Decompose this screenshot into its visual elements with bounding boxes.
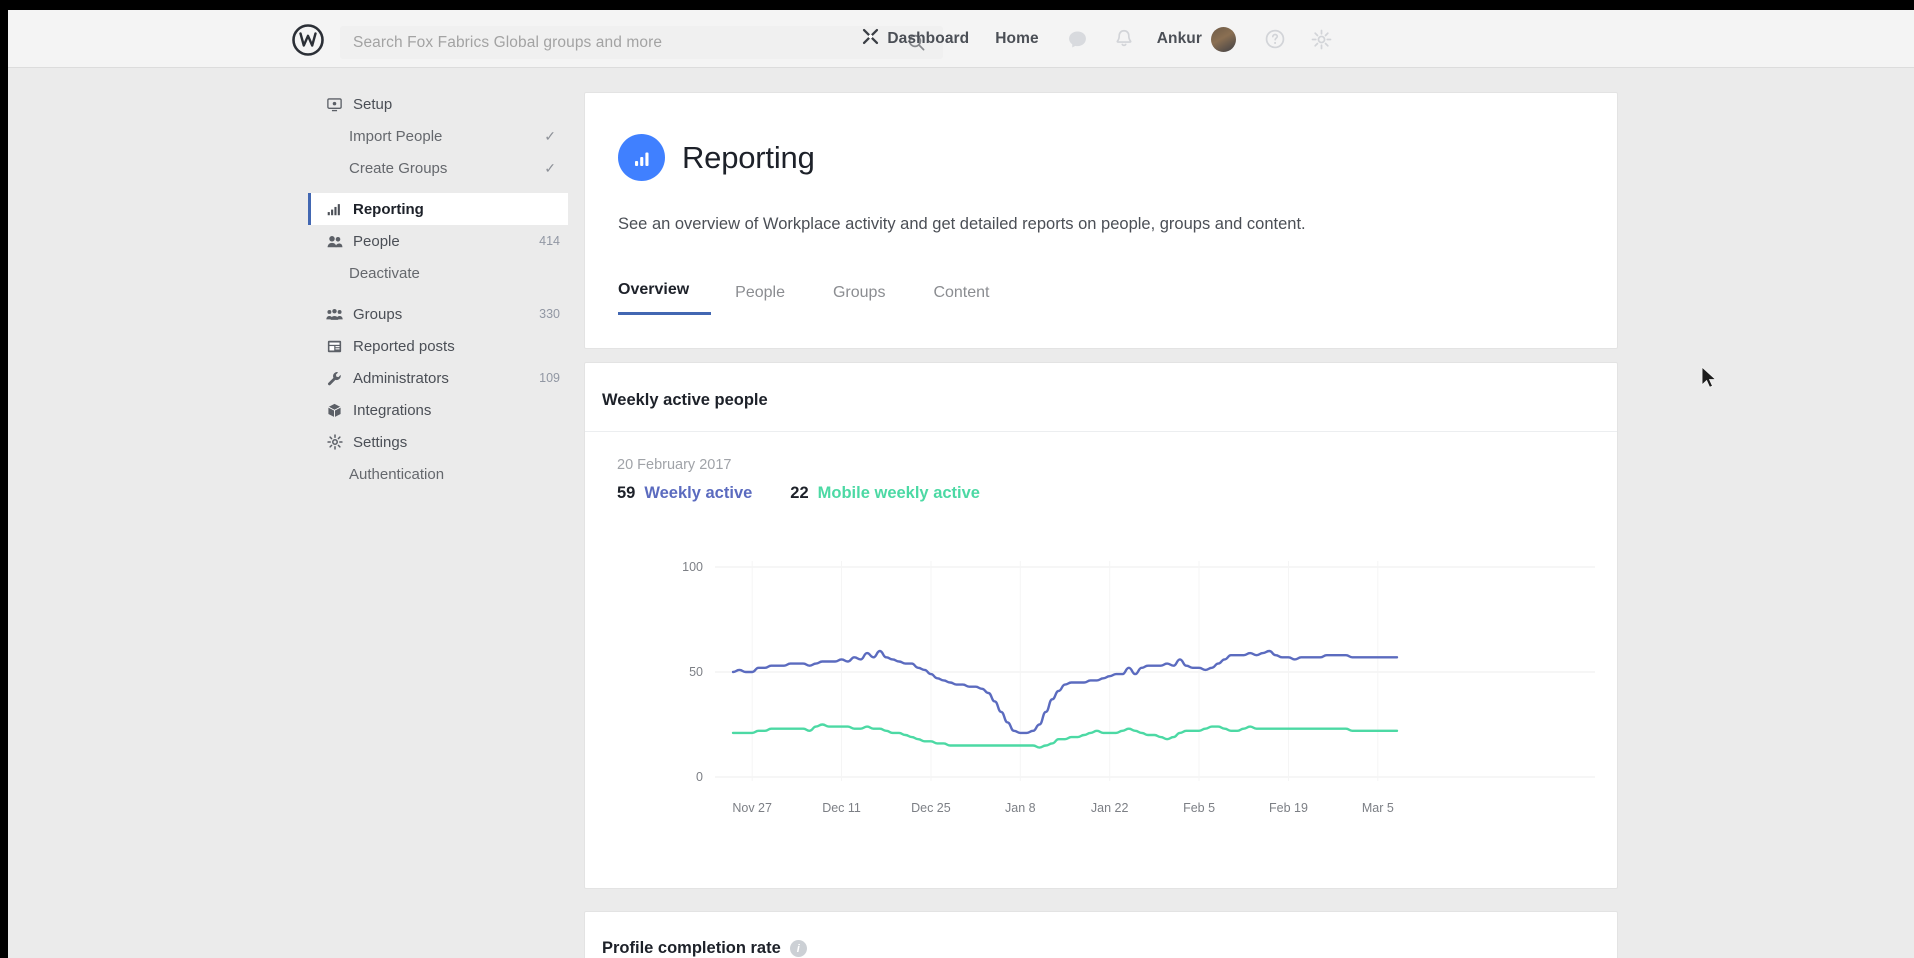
x-axis-tick-label: Dec 25: [911, 801, 951, 815]
sidebar-item-label: Reporting: [353, 200, 424, 218]
help-circle-icon[interactable]: [1262, 26, 1288, 52]
legend-label: Weekly active: [644, 484, 753, 502]
weekly-active-people-card: Weekly active people 20 February 2017 59…: [584, 362, 1618, 889]
avatar: [1211, 26, 1236, 52]
profile-completion-title: Profile completion rate: [602, 939, 781, 957]
sidebar-item-label: Settings: [353, 433, 408, 451]
bell-icon[interactable]: [1111, 26, 1137, 52]
search-placeholder-text: Search Fox Fabrics Global groups and mor…: [353, 34, 663, 51]
reporting-tabs: Overview People Groups Content: [618, 281, 1014, 315]
check-icon: ✓: [544, 127, 556, 144]
sidebar-item-label: Authentication: [349, 465, 445, 483]
sidebar-item-groups[interactable]: Groups 330: [308, 298, 568, 330]
cube-icon: [326, 402, 343, 419]
chart-legend: 59 Weekly active 22 Mobile weekly active: [617, 484, 1018, 503]
sidebar-item-settings[interactable]: Settings: [308, 426, 568, 458]
x-axis-tick-label: Feb 19: [1269, 801, 1308, 815]
section-title: Weekly active people: [602, 391, 768, 409]
legend-value: 22: [790, 484, 809, 502]
y-axis-tick-label: 100: [682, 560, 703, 574]
sidebar-item-integrations[interactable]: Integrations: [308, 394, 568, 426]
sidebar-item-authentication[interactable]: Authentication: [308, 458, 568, 490]
setup-monitor-icon: [326, 96, 343, 113]
wrench-icon: [326, 370, 343, 387]
divider: [585, 431, 1617, 432]
x-axis-tick-label: Jan 22: [1091, 801, 1129, 815]
chart-svg: 0 50 100 Nov 27 Dec 11 Dec 25 Jan 8 Jan 22 Feb 5…: [682, 560, 1595, 815]
sidebar-item-label: Setup: [353, 95, 393, 113]
y-axis-tick-label: 50: [689, 665, 703, 679]
reported-posts-icon: [326, 338, 343, 355]
sidebar-item-label: Groups: [353, 305, 403, 323]
info-icon[interactable]: i: [789, 940, 807, 957]
x-axis-tick-label: Nov 27: [732, 801, 772, 815]
sidebar-item-label: Administrators: [353, 369, 449, 387]
search-input[interactable]: Search Fox Fabrics Global groups and mor…: [340, 26, 943, 59]
nav-home-label: Home: [995, 30, 1039, 47]
app-screen: Search Fox Fabrics Global groups and mor…: [8, 10, 1914, 958]
page-description: See an overview of Workplace activity an…: [618, 215, 1306, 233]
sidebar-item-count: 414: [539, 234, 560, 248]
chat-bubble-icon[interactable]: [1065, 26, 1091, 52]
nav-dashboard-link[interactable]: Dashboard: [861, 27, 969, 51]
legend-label: Mobile weekly active: [817, 484, 980, 502]
sidebar-item-label: Deactivate: [349, 264, 420, 282]
section-title-group: Profile completion rate i: [602, 939, 807, 958]
nav-right-group: Dashboard Home Ankur: [861, 10, 1354, 68]
nav-dashboard-label: Dashboard: [887, 30, 970, 47]
sidebar-item-count: 330: [539, 307, 560, 321]
y-axis-tick-label: 0: [696, 770, 703, 784]
profile-completion-rate-card: Profile completion rate i: [584, 911, 1618, 958]
sidebar-item-label: Integrations: [353, 401, 432, 419]
page-title: Reporting: [682, 140, 815, 175]
x-axis-tick-label: Jan 8: [1005, 801, 1036, 815]
sidebar-item-count: 109: [539, 371, 560, 385]
x-axis-tick-label: Mar 5: [1362, 801, 1394, 815]
sidebar-item-reporting[interactable]: Reporting: [308, 193, 568, 225]
tab-groups[interactable]: Groups: [809, 284, 909, 315]
sidebar-item-label: Import People: [349, 127, 443, 145]
legend-value: 59: [617, 484, 636, 502]
legend-item: 22 Mobile weekly active: [790, 484, 980, 503]
tab-people[interactable]: People: [711, 284, 809, 315]
x-axis-tick-label: Dec 11: [822, 801, 861, 815]
bar-chart-icon: [618, 134, 665, 181]
series-line-weekly-active: [731, 649, 1399, 735]
groups-icon: [326, 306, 343, 323]
workplace-logo-icon[interactable]: [291, 23, 325, 57]
reporting-header-card: Reporting See an overview of Workplace a…: [584, 92, 1618, 349]
gear-icon[interactable]: [1308, 26, 1334, 52]
x-axis-tick-label: Feb 5: [1183, 801, 1215, 815]
people-icon: [326, 233, 343, 250]
sidebar-item-deactivate[interactable]: Deactivate: [308, 257, 568, 289]
sidebar-item-create-groups[interactable]: Create Groups ✓: [308, 152, 568, 184]
series-line-mobile-weekly-active: [731, 723, 1399, 749]
sidebar-item-people[interactable]: People 414: [308, 225, 568, 257]
sidebar-item-administrators[interactable]: Administrators 109: [308, 362, 568, 394]
top-navigation-bar: Search Fox Fabrics Global groups and mor…: [8, 10, 1914, 68]
nav-user-name: Ankur: [1156, 30, 1202, 47]
tab-content[interactable]: Content: [909, 284, 1013, 315]
nav-user-menu[interactable]: Ankur: [1156, 26, 1236, 52]
tab-overview[interactable]: Overview: [618, 281, 712, 315]
check-icon: ✓: [544, 159, 556, 176]
weekly-active-line-chart[interactable]: 0 50 100 Nov 27 Dec 11 Dec 25 Jan 8 Jan 22 Feb 5…: [585, 521, 1617, 881]
sidebar-item-setup[interactable]: Setup: [308, 88, 568, 120]
nav-home-link[interactable]: Home: [995, 30, 1038, 48]
sidebar-item-label: Create Groups: [349, 159, 448, 177]
sidebar-item-label: Reported posts: [353, 337, 455, 355]
tools-icon: [861, 27, 880, 51]
sidebar-item-reported-posts[interactable]: Reported posts: [308, 330, 568, 362]
sidebar-item-import-people[interactable]: Import People ✓: [308, 120, 568, 152]
sidebar-item-label: People: [353, 232, 400, 250]
chart-date-label: 20 February 2017: [617, 457, 732, 473]
legend-item: 59 Weekly active: [617, 484, 752, 503]
sidebar-navigation: Setup Import People ✓ Create Groups ✓ Reporti…: [308, 88, 568, 490]
mouse-pointer-icon: [1700, 365, 1720, 390]
bar-chart-icon: [326, 201, 343, 218]
gear-icon: [326, 434, 343, 451]
